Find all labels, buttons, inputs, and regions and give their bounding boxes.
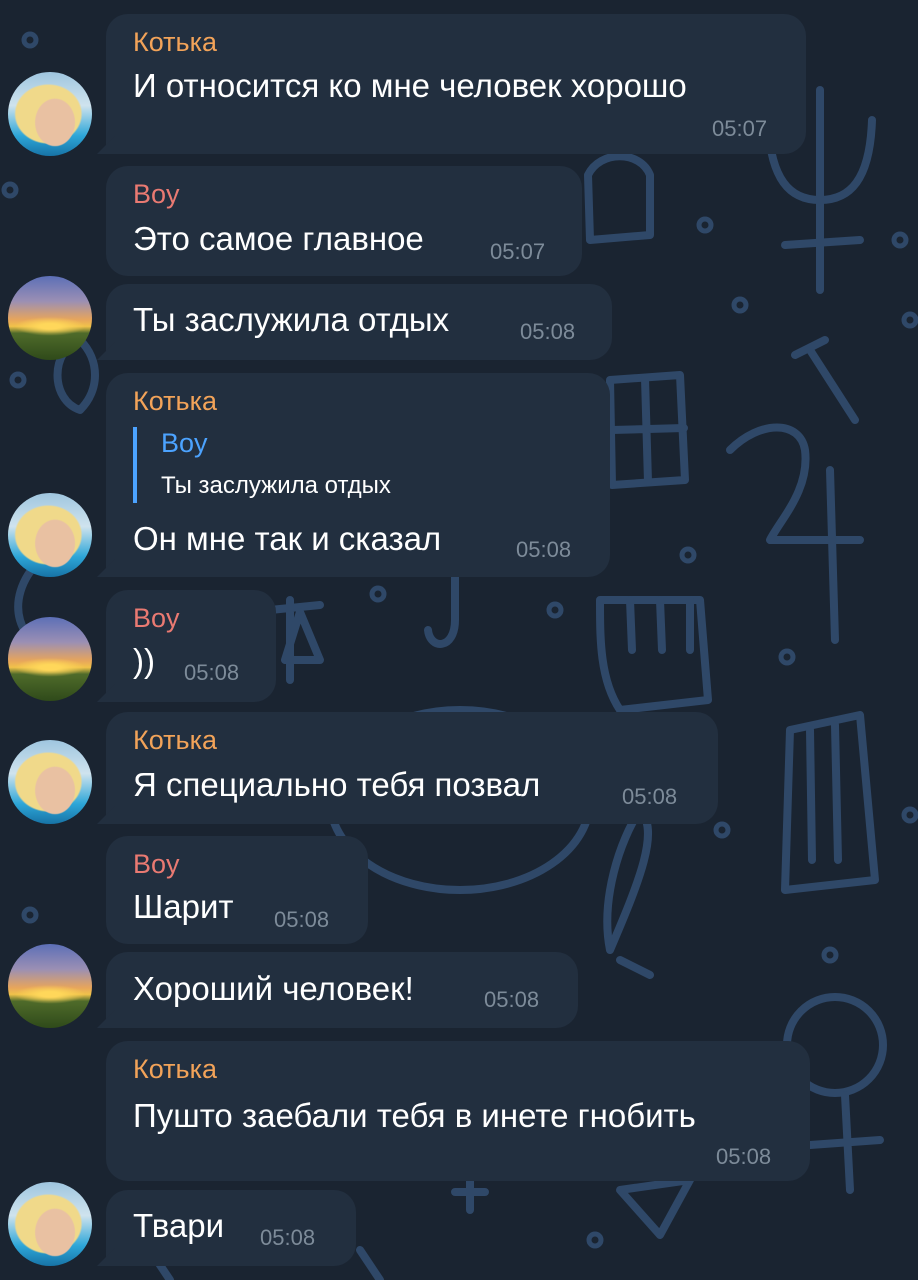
reply-quote[interactable]: Boy Ты заслужила отдых (133, 427, 391, 503)
message-text: Я специально тебя позвал (133, 766, 541, 803)
sender-name[interactable]: Boy (133, 848, 180, 880)
message-time: 05:08 (520, 319, 576, 344)
message-bubble[interactable]: Котька Я специально тебя позвал 05:08 (106, 712, 718, 824)
message-time: 05:08 (184, 660, 240, 685)
fish-doodle (603, 806, 654, 979)
reply-sender-name: Boy (161, 428, 208, 458)
message-text: Пушто заебали тебя в инете гнобить (133, 1097, 696, 1134)
message-time: 05:07 (490, 239, 546, 264)
message-text: Он мне так и сказал (133, 520, 442, 557)
message-bubble[interactable]: Котька И относится ко мне человек хорошо… (106, 14, 806, 154)
avatar[interactable] (8, 493, 92, 577)
avatar[interactable] (8, 944, 92, 1028)
avatar[interactable] (8, 276, 92, 360)
message-bubble[interactable]: Хороший человек! 05:08 (106, 952, 578, 1028)
window-doodle (606, 371, 689, 489)
avatar[interactable] (8, 1182, 92, 1266)
scales-doodle (266, 596, 324, 684)
avatar[interactable] (8, 72, 92, 156)
sender-name[interactable]: Котька (133, 724, 217, 756)
message-bubble[interactable]: Boy )) 05:08 (106, 590, 276, 702)
fist-doodle (596, 596, 712, 714)
message-time: 05:08 (516, 537, 572, 562)
message-text: )) (133, 642, 155, 679)
message-bubble[interactable]: Boy Шарит 05:08 (106, 836, 368, 944)
message-text: Твари (133, 1207, 225, 1244)
message-text: Хороший человек! (133, 970, 414, 1007)
message-text: Ты заслужила отдых (133, 301, 450, 338)
message-text: Шарит (133, 888, 234, 925)
message-time: 05:08 (260, 1225, 316, 1250)
triangle-doodle (616, 1176, 694, 1239)
sender-name[interactable]: Котька (133, 26, 217, 58)
avatar[interactable] (8, 740, 92, 824)
message-bubble[interactable]: Твари 05:08 (106, 1190, 356, 1266)
message-bubble[interactable]: Boy Это самое главное 05:07 (106, 166, 582, 276)
message-time: 05:08 (622, 784, 678, 809)
avatar[interactable] (8, 617, 92, 701)
message-time: 05:08 (484, 987, 540, 1012)
message-text: И относится ко мне человек хорошо (133, 67, 687, 104)
sender-name[interactable]: Boy (133, 602, 180, 634)
reply-text: Ты заслужила отдых (161, 472, 391, 499)
message-bubble[interactable]: Котька Пушто заебали тебя в инете гнобит… (106, 1041, 810, 1181)
message-bubble[interactable]: Ты заслужила отдых 05:08 (106, 284, 612, 360)
sender-name[interactable]: Котька (133, 1053, 217, 1085)
sender-name[interactable]: Boy (133, 178, 180, 210)
message-bubble[interactable]: Котька Boy Ты заслужила отдых Он мне так… (106, 373, 610, 577)
hand-doodle (781, 711, 879, 894)
jupiter-symbol-doodle (726, 423, 864, 644)
nail-doodle (791, 336, 859, 424)
sender-name[interactable]: Котька (133, 385, 217, 417)
message-text: Это самое главное (133, 220, 424, 257)
shield-doodle (584, 152, 654, 244)
message-time: 05:08 (716, 1144, 772, 1169)
message-time: 05:08 (274, 907, 330, 932)
message-time: 05:07 (712, 116, 768, 141)
